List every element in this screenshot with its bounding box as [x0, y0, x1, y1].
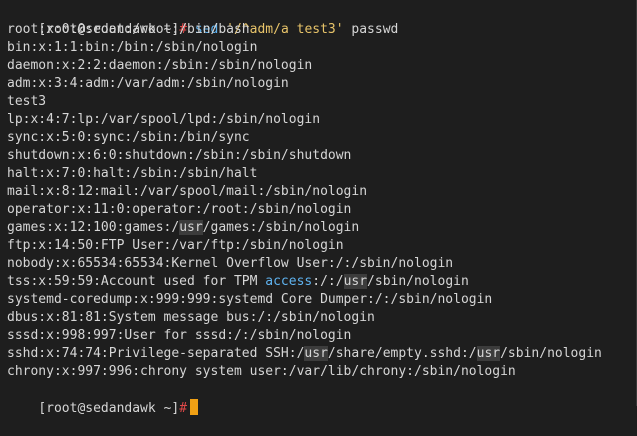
output-line: chrony:x:997:996:chrony system user:/var… [7, 364, 516, 379]
cursor [190, 399, 199, 415]
command-arg: passwd [351, 22, 399, 37]
current-prompt-line[interactable]: [root@sedandawk ~]# [7, 381, 636, 416]
prompt-symbol: # [179, 401, 188, 416]
output-line: ftp:x:14:50:FTP User:/var/ftp:/sbin/nolo… [7, 238, 344, 253]
path-segment-highlight: usr [304, 346, 328, 361]
path-segment-highlight: usr [179, 220, 203, 235]
output-line: systemd-coredump:x:999:999:systemd Core … [7, 292, 493, 307]
output-line: dbus:x:81:81:System message bus:/:/sbin/… [7, 310, 375, 325]
output-line: sync:x:5:0:sync:/sbin:/bin/sync [7, 130, 250, 145]
command-line: [root@sedandawk ~]# sed '/^adm/a test3' … [7, 3, 636, 37]
output-line: games:x:12:100:games:/usr/games:/sbin/no… [7, 220, 360, 235]
output-line: adm:x:3:4:adm:/var/adm:/sbin/nologin [7, 76, 289, 91]
command-output: root:x:0:0:root:/root:/bin/bash bin:x:1:1… [7, 21, 636, 381]
output-line: nobody:x:65534:65534:Kernel Overflow Use… [7, 256, 454, 271]
prompt: [root@sedandawk ~] [38, 401, 180, 416]
output-line: operator:x:11:0:operator:/root:/sbin/nol… [7, 202, 352, 217]
terminal-window[interactable]: [root@sedandawk ~]# sed '/^adm/a test3' … [0, 0, 637, 416]
output-line: shutdown:x:6:0:shutdown:/sbin:/sbin/shut… [7, 148, 352, 163]
path-segment-highlight: usr [343, 274, 368, 289]
output-line: lp:x:4:7:lp:/var/spool/lpd:/sbin/nologin [7, 112, 321, 127]
output-line: bin:x:1:1:bin:/bin:/sbin/nologin [7, 40, 258, 55]
output-line: daemon:x:2:2:daemon:/sbin:/sbin/nologin [7, 58, 313, 73]
output-line: halt:x:7:0:halt:/sbin:/sbin/halt [7, 166, 258, 181]
output-line: sssd:x:998:997:User for sssd:/:/sbin/nol… [7, 328, 352, 343]
output-line: mail:x:8:12:mail:/var/spool/mail:/sbin/n… [7, 184, 368, 199]
path-segment-highlight: usr [476, 346, 501, 361]
output-line: sshd:x:74:74:Privilege-separated SSH:/us… [7, 346, 602, 361]
output-line: tss:x:59:59:Account used for TPM access:… [7, 274, 469, 289]
keyword-highlight: access [265, 274, 313, 289]
output-line: test3 [7, 94, 47, 109]
